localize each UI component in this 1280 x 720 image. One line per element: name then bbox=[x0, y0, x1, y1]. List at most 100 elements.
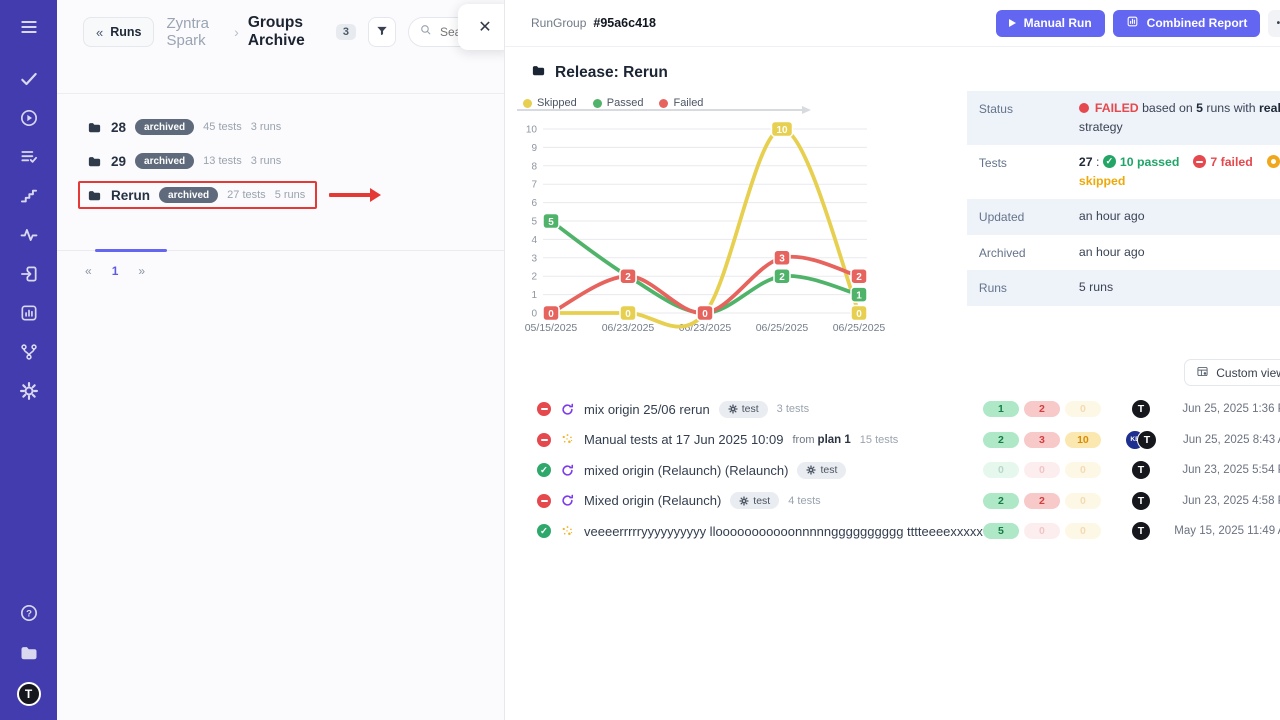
run-main: mixed origin (Relaunch) (Relaunch) test bbox=[537, 462, 983, 479]
run-main: Mixed origin (Relaunch)test4 tests bbox=[537, 492, 983, 509]
failed-count-badge: 2 bbox=[1024, 493, 1060, 509]
detail-content: SkippedPassedFailed 01234567891005/15/20… bbox=[505, 83, 1280, 345]
run-title: mixed origin (Relaunch) (Relaunch) bbox=[584, 463, 788, 478]
passed-count-badge: 0 bbox=[983, 462, 1019, 478]
run-tag: test bbox=[797, 462, 846, 479]
more-actions-button[interactable]: ••• bbox=[1268, 10, 1280, 37]
svg-text:9: 9 bbox=[531, 143, 537, 154]
run-date: May 15, 2025 11:49 AM bbox=[1173, 525, 1280, 537]
run-avatars: KET bbox=[1109, 430, 1173, 450]
user-avatar[interactable]: T bbox=[17, 682, 41, 706]
sidebar-item-suites[interactable] bbox=[12, 140, 46, 174]
run-from-plan: from plan 1 bbox=[792, 434, 850, 446]
suites-icon bbox=[19, 147, 39, 167]
group-name: Rerun bbox=[111, 188, 150, 203]
rungroup-title: Release: Rerun bbox=[505, 47, 1280, 83]
run-main: veeeerrrrryyyyyyyyyy llooooooooooonnnnng… bbox=[537, 524, 983, 539]
groups-panel-header: « Runs Zyntra Spark › Groups Archive 3 bbox=[57, 0, 504, 94]
group-list: 28archived45 tests3 runs29archived13 tes… bbox=[57, 110, 504, 212]
pagination-prev-button[interactable]: « bbox=[85, 264, 92, 278]
sidebar-item-checks[interactable] bbox=[12, 62, 46, 96]
automated-run-icon bbox=[560, 463, 575, 478]
group-name: 28 bbox=[111, 120, 126, 135]
menu-icon bbox=[19, 17, 39, 42]
run-row[interactable]: Mixed origin (Relaunch)test4 tests220TJu… bbox=[537, 486, 1280, 517]
run-title: Mixed origin (Relaunch) bbox=[584, 493, 721, 508]
breadcrumb-project[interactable]: Zyntra Spark bbox=[166, 15, 225, 49]
archived-badge: archived bbox=[159, 187, 218, 203]
app-sidebar: ? T bbox=[0, 0, 57, 720]
legend-arrow bbox=[517, 109, 803, 111]
svg-text:2: 2 bbox=[779, 272, 785, 283]
svg-text:2: 2 bbox=[531, 272, 537, 283]
sidebar-item-branches[interactable] bbox=[12, 335, 46, 369]
avatar: T bbox=[1131, 521, 1151, 541]
info-row-tests: Tests27 : 10 passed7 failed10 skipped bbox=[967, 145, 1280, 199]
run-tests-count: 15 tests bbox=[860, 434, 899, 446]
pagination-next-button[interactable]: » bbox=[138, 264, 145, 278]
skipped-count-badge: 0 bbox=[1065, 523, 1101, 539]
breadcrumb: Zyntra Spark › Groups Archive 3 bbox=[166, 17, 356, 47]
rungroup-id: #95a6c418 bbox=[593, 16, 656, 30]
run-main: mix origin 25/06 reruntest3 tests bbox=[537, 401, 983, 418]
panel-close-button[interactable]: ✕ bbox=[458, 4, 505, 50]
manual-run-button[interactable]: Manual Run bbox=[996, 10, 1105, 37]
info-value: an hour ago bbox=[1079, 207, 1280, 227]
svg-text:0: 0 bbox=[548, 309, 554, 320]
menu-button[interactable] bbox=[12, 12, 46, 46]
steps-icon bbox=[19, 186, 39, 206]
run-title: veeeerrrrryyyyyyyyyy llooooooooooonnnnng… bbox=[584, 524, 983, 539]
group-row-29[interactable]: 29archived13 tests3 runs bbox=[78, 144, 504, 178]
group-row-content: 28archived45 tests3 runs bbox=[78, 113, 293, 141]
branches-icon bbox=[19, 342, 39, 362]
run-row[interactable]: veeeerrrrryyyyyyyyyy llooooooooooonnnnng… bbox=[537, 516, 1280, 547]
info-row-archived: Archivedan hour ago bbox=[967, 235, 1280, 271]
legend-item-passed: Passed bbox=[593, 97, 644, 109]
info-row-updated: Updatedan hour ago bbox=[967, 199, 1280, 235]
run-row[interactable]: mixed origin (Relaunch) (Relaunch)test00… bbox=[537, 455, 1280, 486]
custom-view-button[interactable]: Custom view bbox=[1184, 359, 1280, 386]
group-name: 29 bbox=[111, 154, 126, 169]
run-result-badges: 220 bbox=[983, 493, 1109, 509]
sidebar-item-activity[interactable] bbox=[12, 218, 46, 252]
svg-text:5: 5 bbox=[548, 217, 554, 228]
group-row-28[interactable]: 28archived45 tests3 runs bbox=[78, 110, 504, 144]
run-row[interactable]: mix origin 25/06 reruntest3 tests120TJun… bbox=[537, 394, 1280, 425]
info-label: Updated bbox=[979, 207, 1079, 227]
group-runs-count: 3 runs bbox=[251, 155, 282, 167]
filter-button[interactable] bbox=[368, 17, 396, 47]
svg-text:06/25/2025: 06/25/2025 bbox=[833, 322, 886, 334]
combined-report-button[interactable]: Combined Report bbox=[1113, 10, 1261, 37]
svg-text:06/25/2025: 06/25/2025 bbox=[756, 322, 809, 334]
svg-text:06/23/2025: 06/23/2025 bbox=[602, 322, 655, 334]
passed-count-badge: 2 bbox=[983, 432, 1019, 448]
group-row-rerun[interactable]: Rerunarchived27 tests5 runs bbox=[78, 178, 504, 212]
runs-list: mix origin 25/06 reruntest3 tests120TJun… bbox=[505, 394, 1280, 547]
help-button[interactable]: ? bbox=[12, 598, 46, 632]
run-date: Jun 25, 2025 1:36 PM bbox=[1173, 403, 1280, 415]
rungroup-type-label: RunGroup bbox=[531, 16, 586, 30]
folder-icon bbox=[19, 643, 39, 668]
group-tests-count: 13 tests bbox=[203, 155, 242, 167]
svg-text:7: 7 bbox=[531, 180, 537, 191]
info-label: Runs bbox=[979, 278, 1079, 298]
detail-header: RunGroup #95a6c418 Manual Run Combined R… bbox=[505, 0, 1280, 47]
group-row-content: 29archived13 tests3 runs bbox=[78, 147, 293, 175]
folder-icon bbox=[87, 120, 102, 135]
bar-chart-icon bbox=[1126, 15, 1139, 31]
folder-icon bbox=[531, 63, 546, 83]
pagination-page-1[interactable]: 1 bbox=[112, 264, 119, 278]
info-label: Archived bbox=[979, 243, 1079, 263]
sidebar-item-run[interactable] bbox=[12, 101, 46, 135]
back-to-runs-button[interactable]: « Runs bbox=[83, 17, 154, 47]
dot-circle-icon bbox=[1267, 155, 1280, 168]
sidebar-item-analytics[interactable] bbox=[12, 296, 46, 330]
passed-status-icon bbox=[537, 463, 551, 477]
archived-badge: archived bbox=[135, 119, 194, 135]
sidebar-item-steps[interactable] bbox=[12, 179, 46, 213]
sidebar-item-signin[interactable] bbox=[12, 257, 46, 291]
run-row[interactable]: Manual tests at 17 Jun 2025 10:09from pl… bbox=[537, 425, 1280, 456]
run-tag: test bbox=[730, 492, 779, 509]
projects-button[interactable] bbox=[12, 638, 46, 672]
sidebar-item-settings[interactable] bbox=[12, 374, 46, 408]
